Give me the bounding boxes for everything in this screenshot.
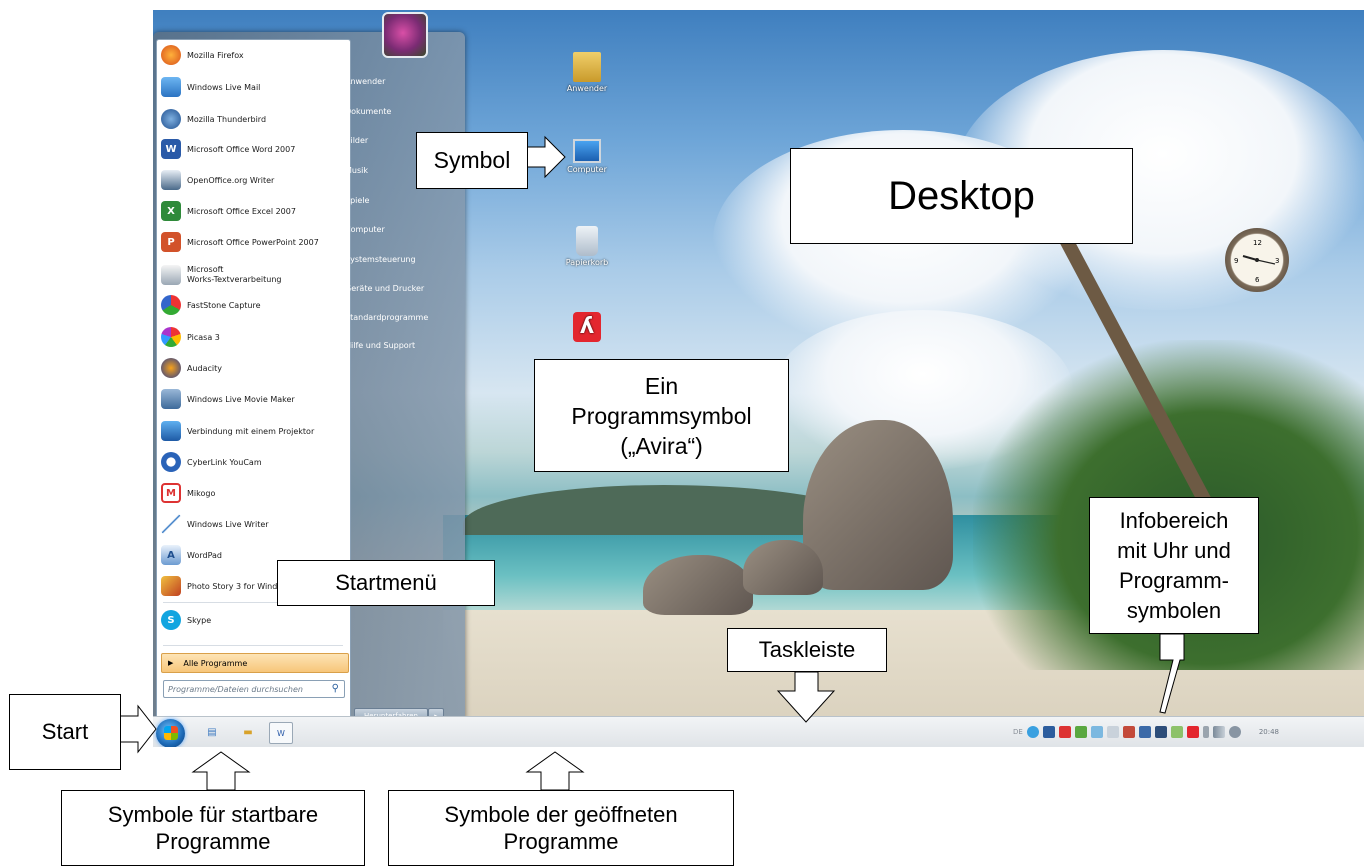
callout-infobereich-line3: Programm-: [1118, 567, 1229, 593]
callout-program-symbol-line1: Ein: [644, 372, 679, 399]
callout-taskleiste-text: Taskleiste: [758, 637, 856, 662]
callout-opened-programs: Symbole der geöffneten Programme: [388, 790, 734, 866]
callout-symbol-text: Symbol: [433, 147, 511, 173]
callout-opened-line2: Programme: [503, 829, 619, 854]
callout-infobereich-line4: symbolen: [1126, 597, 1222, 623]
arrow-infobereich: [1159, 633, 1185, 714]
callout-desktop-text: Desktop: [888, 173, 1035, 218]
callout-program-symbol-line3: („Avira“): [620, 432, 703, 459]
callout-startmenu-text: Startmenü: [335, 570, 437, 595]
arrow-start: [119, 704, 157, 754]
callout-infobereich: Infobereich mit Uhr und Programm- symbol…: [1089, 497, 1259, 634]
callout-startable-programs: Symbole für startbare Programme: [61, 790, 365, 866]
arrow-opened: [525, 751, 585, 791]
callout-startable-line2: Programme: [155, 829, 271, 854]
arrow-startable: [191, 751, 251, 791]
callout-program-symbol: Ein Programmsymbol („Avira“): [534, 359, 789, 472]
callout-program-symbol-line2: Programmsymbol: [571, 402, 752, 429]
callout-startmenu: Startmenü: [277, 560, 495, 606]
callout-infobereich-line2: mit Uhr und: [1117, 537, 1231, 563]
callout-opened-line1: Symbole der geöffneten: [444, 802, 678, 827]
callout-desktop: Desktop: [790, 148, 1133, 244]
callout-symbol: Symbol: [416, 132, 528, 189]
callout-start: Start: [9, 694, 121, 770]
callout-taskleiste: Taskleiste: [727, 628, 887, 672]
callout-start-text: Start: [41, 719, 89, 744]
arrow-symbol: [526, 135, 566, 179]
callout-infobereich-line1: Infobereich: [1119, 507, 1229, 533]
arrow-taskleiste: [776, 671, 836, 723]
callout-startable-line1: Symbole für startbare: [107, 802, 319, 827]
